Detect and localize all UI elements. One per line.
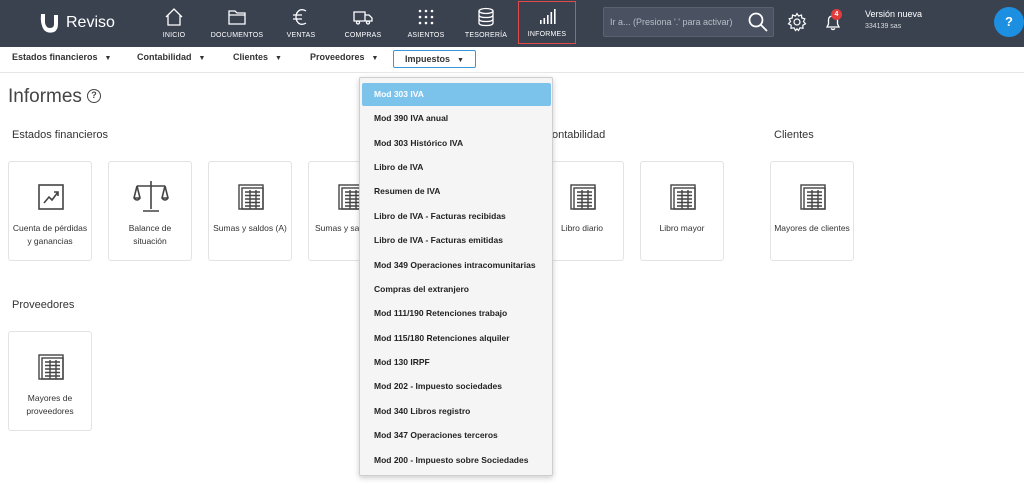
nav-tesoreria[interactable]: TESORERÍA <box>464 0 508 45</box>
reviso-logo-icon <box>40 14 58 33</box>
report-card-mayores-proveedores[interactable]: Mayores de proveedores <box>8 331 92 431</box>
nav-label: COMPRAS <box>344 32 382 39</box>
report-card-balance-situacion[interactable]: Balance de situación <box>108 161 192 261</box>
menu-item-mod-390-iva-anual[interactable]: Mod 390 IVA anual <box>362 107 551 130</box>
help-circle-icon[interactable]: ? <box>87 89 101 103</box>
grid-dots-icon <box>418 9 434 25</box>
trend-chart-icon <box>38 184 64 210</box>
report-card-libro-mayor[interactable]: Libro mayor <box>640 161 724 261</box>
brand-logo[interactable]: Reviso <box>38 12 115 34</box>
menu-item-mod-347[interactable]: Mod 347 Operaciones terceros <box>362 424 551 447</box>
menu-item-mod-115-180[interactable]: Mod 115/180 Retenciones alquiler <box>362 327 551 350</box>
page-title: Informes <box>8 86 82 107</box>
menu-item-mod-200[interactable]: Mod 200 - Impuesto sobre Sociedades <box>362 449 551 472</box>
nav-label: DOCUMENTOS <box>210 32 264 39</box>
subnav-contabilidad[interactable]: Contabilidad ▼ <box>137 52 205 62</box>
menu-item-mod-340[interactable]: Mod 340 Libros registro <box>362 400 551 423</box>
nav-documentos[interactable]: DOCUMENTOS <box>210 0 264 45</box>
subnav-label: Clientes <box>233 52 269 62</box>
report-card-mayores-clientes[interactable]: Mayores de clientes <box>770 161 854 261</box>
card-label: Libro mayor <box>659 223 705 233</box>
ledger-icon <box>238 184 264 210</box>
nav-informes[interactable]: INFORMES <box>518 1 576 44</box>
menu-item-libro-iva-facturas-emitidas[interactable]: Libro de IVA - Facturas emitidas <box>362 229 551 252</box>
notification-badge: 4 <box>831 9 842 20</box>
menu-item-resumen-de-iva[interactable]: Resumen de IVA <box>362 180 551 203</box>
card-label: Mayores de clientes <box>774 223 850 233</box>
ledger-icon <box>38 354 64 380</box>
ledger-icon <box>800 184 826 210</box>
caret-down-icon: ▼ <box>371 55 379 62</box>
ledger-icon <box>570 184 596 210</box>
gear-icon[interactable] <box>787 12 807 32</box>
brand-name: Reviso <box>66 14 115 31</box>
help-button[interactable]: ? <box>994 7 1024 37</box>
version-subtitle: 334139 sas <box>865 23 902 30</box>
menu-item-mod-303-iva[interactable]: Mod 303 IVA <box>362 83 551 106</box>
menu-item-mod-130-irpf[interactable]: Mod 130 IRPF <box>362 351 551 374</box>
bar-chart-icon <box>540 9 556 24</box>
subnav-label: Proveedores <box>310 52 365 62</box>
card-label: Libro diario <box>560 223 604 233</box>
folder-icon <box>228 10 246 25</box>
menu-item-libro-de-iva[interactable]: Libro de IVA <box>362 156 551 179</box>
nav-label: ASIENTOS <box>407 32 445 39</box>
caret-down-icon: ▼ <box>104 55 112 62</box>
nav-label: INICIO <box>162 32 186 39</box>
ledger-icon <box>670 184 696 210</box>
menu-item-mod-349[interactable]: Mod 349 Operaciones intracomunitarias <box>362 254 551 277</box>
subnav-clientes[interactable]: Clientes ▼ <box>233 52 282 62</box>
card-label: Sumas y saldos (A) <box>213 223 287 233</box>
top-bar: Reviso INICIO DOCUMENTOS VENTAS COMPRAS … <box>0 0 1024 47</box>
subnav-label: Impuestos <box>405 54 451 64</box>
menu-item-libro-iva-facturas-recibidas[interactable]: Libro de IVA - Facturas recibidas <box>362 205 551 228</box>
subnav-impuestos[interactable]: Impuestos ▼ <box>393 50 476 68</box>
section-title-proveedores: Proveedores <box>12 299 75 311</box>
impuestos-dropdown-menu: Mod 303 IVA Mod 390 IVA anual Mod 303 Hi… <box>359 77 553 476</box>
version-title: Versión nueva <box>865 9 923 19</box>
menu-item-mod-202[interactable]: Mod 202 - Impuesto sociedades <box>362 375 551 398</box>
nav-asientos[interactable]: ASIENTOS <box>408 0 444 45</box>
subnav-label: Estados financieros <box>12 52 98 62</box>
card-label: Mayores de proveedores <box>26 393 74 416</box>
search-box <box>603 7 774 37</box>
search-icon[interactable] <box>747 11 769 33</box>
menu-item-mod-303-historico-iva[interactable]: Mod 303 Histórico IVA <box>362 132 551 155</box>
search-input[interactable] <box>610 8 745 36</box>
version-info[interactable]: Versión nueva 334139 sas <box>865 9 922 30</box>
menu-item-compras-extranjero[interactable]: Compras del extranjero <box>362 278 551 301</box>
nav-label: TESORERÍA <box>464 32 508 39</box>
caret-down-icon: ▼ <box>198 55 206 62</box>
nav-label: VENTAS <box>286 32 316 39</box>
menu-item-mod-111-190[interactable]: Mod 111/190 Retenciones trabajo <box>362 302 551 325</box>
subnav-proveedores[interactable]: Proveedores ▼ <box>310 52 378 62</box>
caret-down-icon: ▼ <box>275 55 282 62</box>
nav-compras[interactable]: COMPRAS <box>344 0 382 45</box>
nav-label: INFORMES <box>527 31 567 38</box>
balance-scale-icon <box>133 181 169 212</box>
section-title-contabilidad: ontabilidad <box>552 129 606 141</box>
card-label: Balance de situación <box>128 223 172 246</box>
coins-icon <box>478 7 494 27</box>
subnav-label: Contabilidad <box>137 52 192 62</box>
euro-icon <box>293 9 307 25</box>
truck-icon <box>353 11 373 25</box>
nav-inicio[interactable]: INICIO <box>158 0 190 45</box>
caret-down-icon: ▼ <box>457 57 464 64</box>
section-title-estados: Estados financieros <box>12 129 108 141</box>
nav-ventas[interactable]: VENTAS <box>285 0 317 45</box>
card-label: Cuenta de pérdidas y ganancias <box>12 223 88 246</box>
subnav-estados-financieros[interactable]: Estados financieros ▼ <box>12 52 111 62</box>
section-title-clientes: Clientes <box>774 129 814 141</box>
report-card-perdidas-ganancias[interactable]: Cuenta de pérdidas y ganancias <box>8 161 92 261</box>
report-card-sumas-saldos-a[interactable]: Sumas y saldos (A) <box>208 161 292 261</box>
home-icon <box>165 8 183 26</box>
sub-navigation: Estados financieros ▼ Contabilidad ▼ Clien… <box>0 47 1024 73</box>
